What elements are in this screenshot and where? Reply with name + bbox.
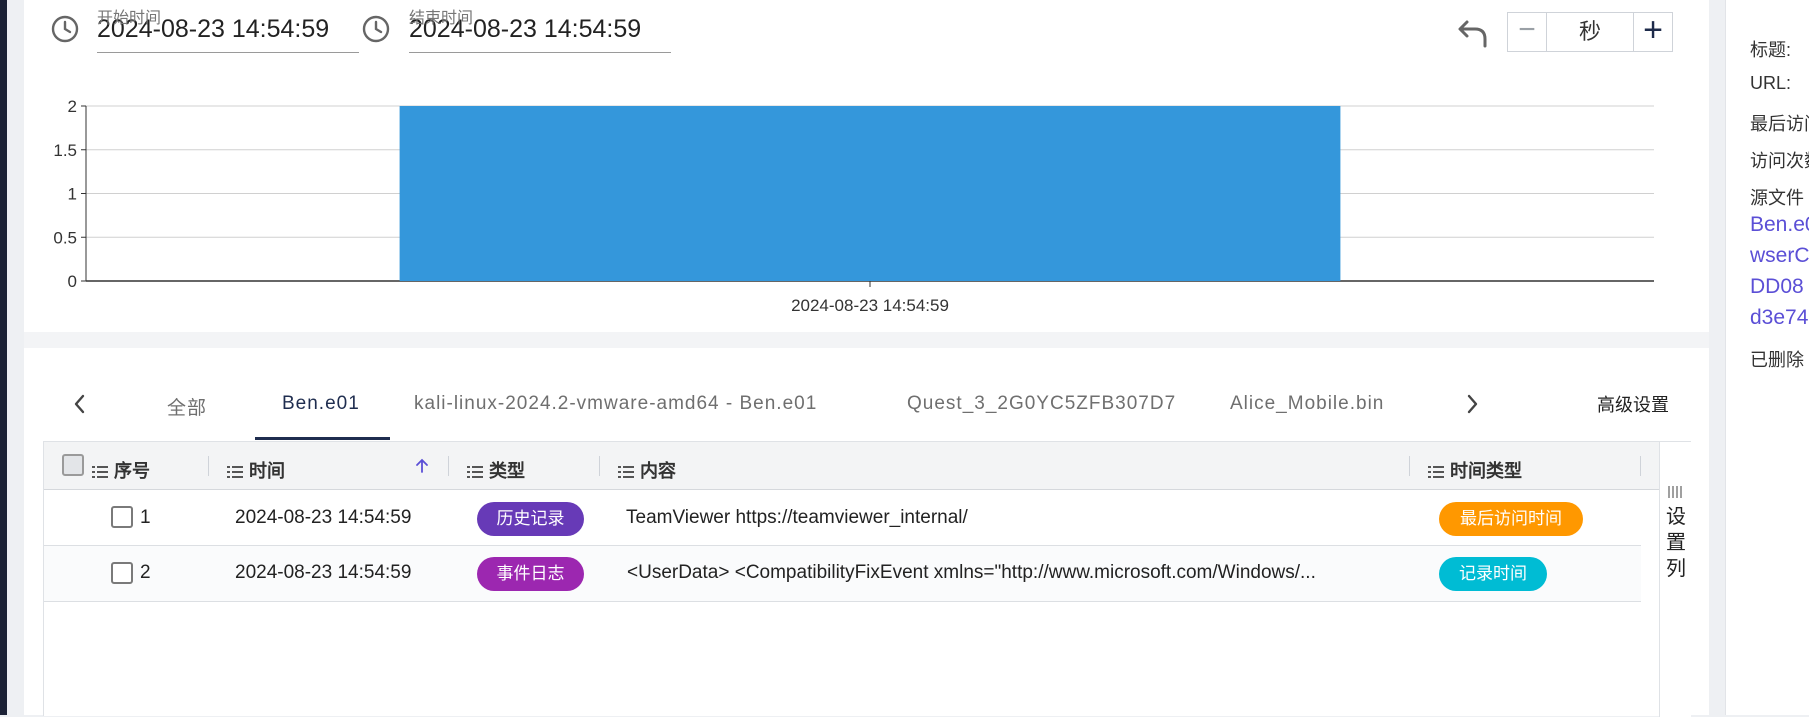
tabs-prev-icon[interactable] [69,390,91,418]
time-type-badge: 最后访问时间 [1439,502,1583,536]
records-table: 序号 时间 类型 内容 时间类型 1 2024-08-23 14:54:59 历… [43,441,1691,717]
col-content-header[interactable]: 内容 [618,457,676,483]
source-file-link[interactable]: wserC [1750,244,1809,268]
detail-url-label: URL: [1750,73,1792,93]
source-file-link[interactable]: Ben.e0 [1750,213,1809,237]
bar [399,106,1341,281]
detail-status: 已删除 [1750,350,1804,370]
tab-all[interactable]: 全部 [167,393,207,420]
row-index: 1 [140,507,151,528]
list-icon [1428,466,1444,478]
tab-kali-linux[interactable]: kali-linux-2024.2-vmware-amd64 - Ben.e01 [414,393,817,415]
source-file-link[interactable]: d3e74 [1750,306,1808,330]
time-type-badge: 记录时间 [1439,557,1547,591]
tab-quest3[interactable]: Quest_3_2G0YC5ZFB307D7 [907,393,1176,415]
col-time-header[interactable]: 时间 [227,457,285,483]
list-icon [467,466,483,478]
section-divider [24,332,1709,348]
y-tick-label: 0.5 [53,228,77,247]
y-tick-label: 1.5 [53,141,77,160]
advanced-settings-link[interactable]: 高级设置 [1597,391,1669,417]
timeline-bar-chart: 0 0.5 1 1.5 2 2024-08-23 14:54:59 [53,97,1654,315]
column-separator [1640,456,1641,476]
detail-last-visit-label: 最后访问 [1750,114,1809,134]
row-time: 2024-08-23 14:54:59 [235,562,412,583]
list-icon [618,466,634,478]
undo-icon[interactable] [1455,14,1491,50]
y-tick-label: 1 [68,185,77,204]
tab-alice-mobile[interactable]: Alice_Mobile.bin [1230,393,1384,415]
zoom-out-button[interactable]: − [1507,12,1547,52]
row-content: <UserData> <CompatibilityFixEvent xmlns=… [627,562,1316,583]
column-separator [208,456,209,476]
columns-grip-icon [1668,486,1682,498]
col-time-type-header[interactable]: 时间类型 [1428,457,1522,483]
column-separator [599,456,600,476]
row-checkbox[interactable] [111,562,133,584]
y-tick-label: 0 [68,272,77,291]
row-checkbox[interactable] [111,506,133,528]
col-type-header[interactable]: 类型 [467,457,525,483]
x-tick-label: 2024-08-23 14:54:59 [791,296,949,315]
active-tab-indicator [255,437,390,440]
tabs-next-icon[interactable] [1461,390,1483,418]
start-time-field[interactable]: 开始时间 2024-08-23 14:54:59 [97,10,359,53]
end-clock-icon [362,15,390,43]
row-index: 2 [140,562,151,583]
table-header: 序号 时间 类型 内容 时间类型 [44,442,1659,490]
detail-panel: 标题: URL: 最后访问 访问次数 源文件 Ben.e0 wserC DD08… [1725,0,1809,715]
end-time-label: 结束时间 [409,10,474,27]
type-badge: 历史记录 [477,502,584,536]
detail-source-label: 源文件 [1750,188,1804,208]
column-settings-panel[interactable]: 设置列 [1659,442,1691,717]
column-separator [1409,456,1410,476]
column-settings-label: 设置列 [1666,506,1686,580]
tab-ben-e01[interactable]: Ben.e01 [282,393,360,415]
detail-visit-count-label: 访问次数 [1750,151,1809,171]
list-icon [92,466,108,478]
end-time-field[interactable]: 结束时间 2024-08-23 14:54:59 [409,10,671,53]
table-row[interactable]: 2 2024-08-23 14:54:59 事件日志 <UserData> <C… [44,546,1641,602]
column-separator [448,456,449,476]
table-row[interactable]: 1 2024-08-23 14:54:59 历史记录 TeamViewer ht… [44,490,1641,546]
row-time: 2024-08-23 14:54:59 [235,507,412,528]
start-clock-icon [51,15,79,43]
row-content: TeamViewer https://teamviewer_internal/ [626,507,968,528]
select-all-checkbox[interactable] [62,454,84,476]
sort-ascending-icon[interactable] [415,458,429,474]
list-icon [227,466,243,478]
time-unit-select[interactable]: 秒 [1546,12,1634,52]
start-time-label: 开始时间 [97,10,162,27]
source-file-link[interactable]: DD08 [1750,275,1804,299]
detail-title-label: 标题: [1750,40,1792,60]
type-badge: 事件日志 [477,557,584,591]
zoom-in-button[interactable]: + [1633,12,1673,52]
left-edge-bar [0,0,7,715]
col-index-header[interactable]: 序号 [92,457,150,483]
panel-gap [1710,0,1725,715]
y-tick-label: 2 [68,97,77,116]
